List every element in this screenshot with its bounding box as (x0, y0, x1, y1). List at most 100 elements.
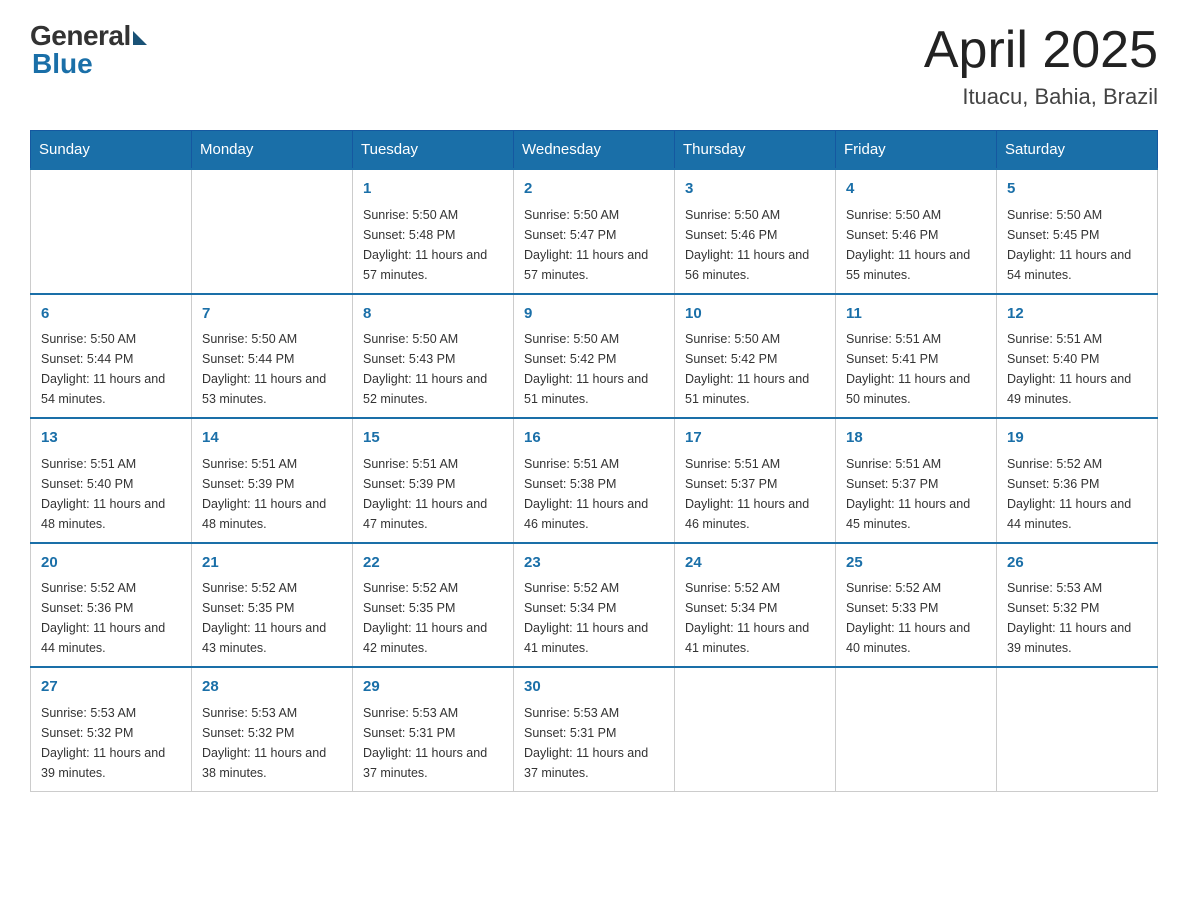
day-number: 22 (363, 552, 503, 575)
calendar-cell: 7 Sunrise: 5:50 AMSunset: 5:44 PMDaylight… (192, 294, 353, 419)
day-number: 11 (846, 303, 986, 326)
day-number: 24 (685, 552, 825, 575)
day-info: Sunrise: 5:51 AMSunset: 5:40 PMDaylight:… (1007, 329, 1147, 409)
calendar-cell: 15Sunrise: 5:51 AMSunset: 5:39 PMDayligh… (353, 418, 514, 543)
day-number: 1 (363, 178, 503, 201)
calendar-day-header: Monday (192, 131, 353, 170)
calendar-week-row: 27 Sunrise: 5:53 AMSunset: 5:32 PMDayligh… (31, 667, 1158, 791)
day-number: 8 (363, 303, 503, 326)
day-info: Sunrise: 5:53 AMSunset: 5:32 PMDaylight:… (1007, 578, 1147, 658)
logo: General Blue (30, 20, 147, 80)
day-info: Sunrise: 5:52 AMSunset: 5:36 PMDaylight:… (1007, 454, 1147, 534)
calendar-table: SundayMondayTuesdayWednesdayThursdayFrid… (30, 130, 1158, 792)
calendar-cell: 8 Sunrise: 5:50 AMSunset: 5:43 PMDaylight… (353, 294, 514, 419)
day-number: 26 (1007, 552, 1147, 575)
day-info: Sunrise: 5:50 AMSunset: 5:43 PMDaylight:… (363, 329, 503, 409)
calendar-week-row: 20 Sunrise: 5:52 AMSunset: 5:36 PMDayligh… (31, 543, 1158, 668)
day-info: Sunrise: 5:51 AMSunset: 5:39 PMDaylight:… (202, 454, 342, 534)
day-number: 18 (846, 427, 986, 450)
day-number: 28 (202, 676, 342, 699)
day-number: 29 (363, 676, 503, 699)
calendar-cell (31, 169, 192, 294)
day-info: Sunrise: 5:51 AMSunset: 5:38 PMDaylight:… (524, 454, 664, 534)
title-section: April 2025 Ituacu, Bahia, Brazil (924, 20, 1158, 110)
day-info: Sunrise: 5:50 AMSunset: 5:48 PMDaylight:… (363, 205, 503, 285)
calendar-cell: 17 Sunrise: 5:51 AMSunset: 5:37 PMDayligh… (675, 418, 836, 543)
day-number: 4 (846, 178, 986, 201)
calendar-cell: 10 Sunrise: 5:50 AMSunset: 5:42 PMDayligh… (675, 294, 836, 419)
calendar-cell: 25Sunrise: 5:52 AMSunset: 5:33 PMDayligh… (836, 543, 997, 668)
day-info: Sunrise: 5:53 AMSunset: 5:31 PMDaylight:… (363, 703, 503, 783)
day-info: Sunrise: 5:50 AMSunset: 5:45 PMDaylight:… (1007, 205, 1147, 285)
day-info: Sunrise: 5:53 AMSunset: 5:31 PMDaylight:… (524, 703, 664, 783)
calendar-cell (997, 667, 1158, 791)
day-info: Sunrise: 5:50 AMSunset: 5:46 PMDaylight:… (685, 205, 825, 285)
day-info: Sunrise: 5:50 AMSunset: 5:47 PMDaylight:… (524, 205, 664, 285)
day-info: Sunrise: 5:51 AMSunset: 5:37 PMDaylight:… (846, 454, 986, 534)
calendar-cell: 2 Sunrise: 5:50 AMSunset: 5:47 PMDaylight… (514, 169, 675, 294)
day-info: Sunrise: 5:53 AMSunset: 5:32 PMDaylight:… (202, 703, 342, 783)
day-number: 5 (1007, 178, 1147, 201)
day-info: Sunrise: 5:50 AMSunset: 5:42 PMDaylight:… (524, 329, 664, 409)
calendar-cell (836, 667, 997, 791)
day-number: 7 (202, 303, 342, 326)
calendar-cell: 1 Sunrise: 5:50 AMSunset: 5:48 PMDaylight… (353, 169, 514, 294)
day-info: Sunrise: 5:52 AMSunset: 5:34 PMDaylight:… (685, 578, 825, 658)
calendar-cell: 14 Sunrise: 5:51 AMSunset: 5:39 PMDayligh… (192, 418, 353, 543)
logo-arrow-icon (133, 31, 147, 45)
calendar-cell: 24 Sunrise: 5:52 AMSunset: 5:34 PMDayligh… (675, 543, 836, 668)
calendar-day-header: Sunday (31, 131, 192, 170)
day-info: Sunrise: 5:51 AMSunset: 5:37 PMDaylight:… (685, 454, 825, 534)
calendar-cell: 18 Sunrise: 5:51 AMSunset: 5:37 PMDayligh… (836, 418, 997, 543)
logo-blue-text: Blue (32, 48, 93, 80)
day-info: Sunrise: 5:50 AMSunset: 5:44 PMDaylight:… (202, 329, 342, 409)
day-info: Sunrise: 5:52 AMSunset: 5:34 PMDaylight:… (524, 578, 664, 658)
calendar-cell: 28 Sunrise: 5:53 AMSunset: 5:32 PMDayligh… (192, 667, 353, 791)
calendar-cell: 23 Sunrise: 5:52 AMSunset: 5:34 PMDayligh… (514, 543, 675, 668)
day-number: 20 (41, 552, 181, 575)
day-number: 17 (685, 427, 825, 450)
day-number: 16 (524, 427, 664, 450)
day-info: Sunrise: 5:52 AMSunset: 5:36 PMDaylight:… (41, 578, 181, 658)
calendar-cell: 21 Sunrise: 5:52 AMSunset: 5:35 PMDayligh… (192, 543, 353, 668)
calendar-week-row: 1 Sunrise: 5:50 AMSunset: 5:48 PMDaylight… (31, 169, 1158, 294)
calendar-week-row: 13 Sunrise: 5:51 AMSunset: 5:40 PMDayligh… (31, 418, 1158, 543)
calendar-cell: 22Sunrise: 5:52 AMSunset: 5:35 PMDayligh… (353, 543, 514, 668)
day-number: 3 (685, 178, 825, 201)
calendar-cell: 16 Sunrise: 5:51 AMSunset: 5:38 PMDayligh… (514, 418, 675, 543)
day-info: Sunrise: 5:51 AMSunset: 5:41 PMDaylight:… (846, 329, 986, 409)
calendar-cell: 29 Sunrise: 5:53 AMSunset: 5:31 PMDayligh… (353, 667, 514, 791)
day-info: Sunrise: 5:50 AMSunset: 5:44 PMDaylight:… (41, 329, 181, 409)
day-info: Sunrise: 5:51 AMSunset: 5:40 PMDaylight:… (41, 454, 181, 534)
day-info: Sunrise: 5:52 AMSunset: 5:33 PMDaylight:… (846, 578, 986, 658)
day-info: Sunrise: 5:53 AMSunset: 5:32 PMDaylight:… (41, 703, 181, 783)
day-number: 30 (524, 676, 664, 699)
calendar-cell: 5 Sunrise: 5:50 AMSunset: 5:45 PMDaylight… (997, 169, 1158, 294)
calendar-cell: 20 Sunrise: 5:52 AMSunset: 5:36 PMDayligh… (31, 543, 192, 668)
calendar-cell: 6 Sunrise: 5:50 AMSunset: 5:44 PMDaylight… (31, 294, 192, 419)
calendar-week-row: 6 Sunrise: 5:50 AMSunset: 5:44 PMDaylight… (31, 294, 1158, 419)
calendar-cell (192, 169, 353, 294)
day-number: 6 (41, 303, 181, 326)
calendar-cell: 13 Sunrise: 5:51 AMSunset: 5:40 PMDayligh… (31, 418, 192, 543)
calendar-cell: 11 Sunrise: 5:51 AMSunset: 5:41 PMDayligh… (836, 294, 997, 419)
month-year-title: April 2025 (924, 20, 1158, 80)
day-number: 2 (524, 178, 664, 201)
calendar-cell: 12Sunrise: 5:51 AMSunset: 5:40 PMDayligh… (997, 294, 1158, 419)
page-header: General Blue April 2025 Ituacu, Bahia, B… (30, 20, 1158, 110)
calendar-cell: 9 Sunrise: 5:50 AMSunset: 5:42 PMDaylight… (514, 294, 675, 419)
day-info: Sunrise: 5:50 AMSunset: 5:42 PMDaylight:… (685, 329, 825, 409)
day-number: 23 (524, 552, 664, 575)
day-number: 9 (524, 303, 664, 326)
day-number: 27 (41, 676, 181, 699)
calendar-day-header: Saturday (997, 131, 1158, 170)
day-info: Sunrise: 5:51 AMSunset: 5:39 PMDaylight:… (363, 454, 503, 534)
day-number: 10 (685, 303, 825, 326)
day-number: 14 (202, 427, 342, 450)
day-info: Sunrise: 5:52 AMSunset: 5:35 PMDaylight:… (202, 578, 342, 658)
day-number: 21 (202, 552, 342, 575)
location-subtitle: Ituacu, Bahia, Brazil (924, 84, 1158, 110)
day-number: 13 (41, 427, 181, 450)
calendar-day-header: Thursday (675, 131, 836, 170)
calendar-cell: 26 Sunrise: 5:53 AMSunset: 5:32 PMDayligh… (997, 543, 1158, 668)
